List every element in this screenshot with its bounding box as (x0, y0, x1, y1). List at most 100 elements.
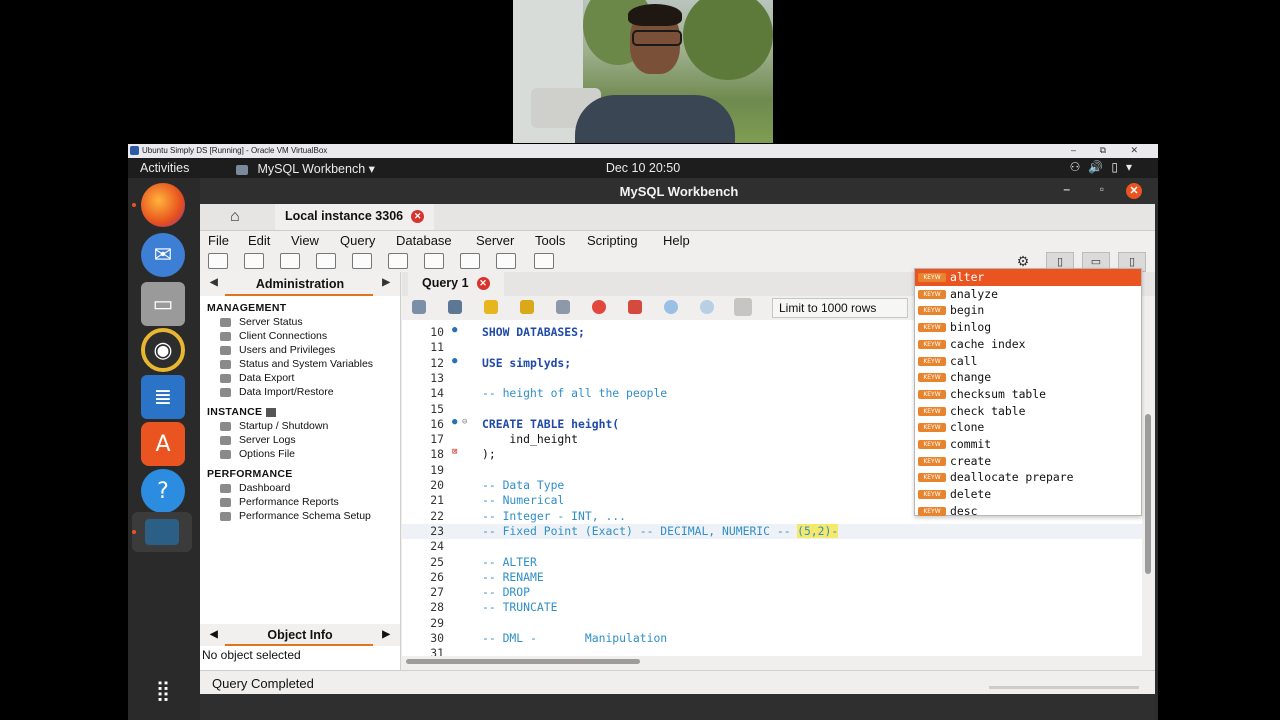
rhythmbox-icon[interactable]: ◉ (141, 328, 185, 372)
autocomplete-item[interactable]: KEYW alter (915, 269, 1141, 286)
chevron-right-icon[interactable]: ▶ (382, 629, 390, 640)
sidebar-item-options-file[interactable]: Options File (220, 448, 295, 460)
menu-help[interactable]: Help (663, 233, 690, 248)
home-icon[interactable]: ⌂ (230, 208, 240, 226)
autocomplete-item[interactable]: KEYW check table (915, 403, 1141, 420)
autocomplete-item[interactable]: KEYW commit (915, 436, 1141, 453)
software-center-icon[interactable]: A (141, 422, 185, 466)
editor-line[interactable]: 26 -- RENAME (402, 570, 1142, 585)
menu-scripting[interactable]: Scripting (587, 233, 638, 248)
mysql-workbench-icon[interactable] (132, 512, 192, 552)
tab-local-instance[interactable]: Local instance 3306 ✕ (275, 204, 435, 230)
scrollbar-thumb[interactable] (1145, 414, 1151, 574)
sidebar-item-client-connections[interactable]: Client Connections (220, 330, 327, 342)
close-tab-icon[interactable]: ✕ (476, 277, 490, 291)
editor-line[interactable]: 29 (402, 616, 1142, 631)
sidebar-item-status-variables[interactable]: Status and System Variables (220, 358, 373, 370)
sidebar-item-data-export[interactable]: Data Export (220, 372, 294, 384)
menu-database[interactable]: Database (396, 233, 452, 248)
editor-vertical-scrollbar[interactable] (1142, 320, 1154, 656)
sidebar-item-data-import[interactable]: Data Import/Restore (220, 386, 334, 398)
menu-server[interactable]: Server (476, 233, 514, 248)
autocomplete-item[interactable]: KEYW checksum table (915, 386, 1141, 403)
files-icon[interactable]: ▭ (141, 282, 185, 326)
maximize-icon[interactable]: ▫ (1100, 182, 1104, 196)
clock[interactable]: Dec 10 20:50 (128, 161, 1158, 175)
sidebar-item-performance-schema[interactable]: Performance Schema Setup (220, 510, 371, 522)
sidebar-item-performance-reports[interactable]: Performance Reports (220, 496, 339, 508)
autocomplete-item[interactable]: KEYW cache index (915, 336, 1141, 353)
menu-tools[interactable]: Tools (535, 233, 565, 248)
firefox-icon[interactable] (141, 183, 185, 227)
minimize-icon[interactable]: – (1063, 182, 1070, 196)
libreoffice-writer-icon[interactable]: ≣ (141, 375, 185, 419)
sidebar-item-label: Server Status (239, 316, 303, 328)
editor-horizontal-scrollbar[interactable] (402, 656, 1142, 666)
chevron-right-icon[interactable]: ▶ (382, 277, 390, 288)
error-marker-icon[interactable]: ⊠ (452, 447, 457, 457)
explain-icon[interactable] (556, 300, 570, 314)
autocomplete-item[interactable]: KEYW desc (915, 503, 1141, 520)
close-icon[interactable]: ✕ (1130, 145, 1138, 156)
autocomplete-item[interactable]: KEYW delete (915, 486, 1141, 503)
fold-icon[interactable]: ⊖ (462, 417, 467, 427)
open-sql-script-icon[interactable] (244, 253, 264, 269)
create-function-icon[interactable] (460, 253, 480, 269)
autocommit-icon[interactable] (734, 298, 752, 316)
autocomplete-item[interactable]: KEYW begin (915, 302, 1141, 319)
editor-line[interactable]: 23 -- Fixed Point (Exact) -- DECIMAL, NUM… (402, 523, 1142, 539)
sidebar-item-label: Startup / Shutdown (239, 420, 329, 432)
create-view-icon[interactable] (388, 253, 408, 269)
open-file-icon[interactable] (412, 300, 426, 314)
menu-query[interactable]: Query (340, 233, 375, 248)
limit-rows-select[interactable]: Limit to 1000 rows (772, 298, 908, 318)
thunderbird-icon[interactable]: ✉ (141, 233, 185, 277)
rollback-icon[interactable] (700, 300, 714, 314)
editor-line[interactable]: 27 -- DROP (402, 585, 1142, 600)
editor-line[interactable]: 24 (402, 539, 1142, 554)
menu-view[interactable]: View (291, 233, 319, 248)
editor-line[interactable]: 25 -- ALTER (402, 555, 1142, 570)
close-tab-icon[interactable]: ✕ (411, 210, 425, 224)
sidebar-title[interactable]: Administration (200, 277, 400, 291)
sidebar-item-dashboard[interactable]: Dashboard (220, 482, 290, 494)
search-table-data-icon[interactable] (496, 253, 516, 269)
sidebar-item-server-logs[interactable]: Server Logs (220, 434, 296, 446)
menu-edit[interactable]: Edit (248, 233, 270, 248)
system-tray[interactable]: ⚇🔊▯▾ (1070, 160, 1140, 174)
save-icon[interactable] (448, 300, 462, 314)
data-import-icon (220, 387, 231, 397)
autocomplete-item[interactable]: KEYW call (915, 353, 1141, 370)
autocomplete-item[interactable]: KEYW binlog (915, 319, 1141, 336)
maximize-icon[interactable]: ⧉ (1100, 145, 1106, 156)
object-info-title[interactable]: Object Info (200, 628, 400, 642)
commit-icon[interactable] (664, 300, 678, 314)
autocomplete-item[interactable]: KEYW create (915, 453, 1141, 470)
minimize-icon[interactable]: – (1071, 145, 1076, 155)
create-procedure-icon[interactable] (424, 253, 444, 269)
sidebar-item-users[interactable]: Users and Privileges (220, 344, 335, 356)
create-schema-icon[interactable] (316, 253, 336, 269)
inspector-icon[interactable] (280, 253, 300, 269)
autocomplete-item[interactable]: KEYW analyze (915, 286, 1141, 303)
autocomplete-item[interactable]: KEYW clone (915, 419, 1141, 436)
autocomplete-item[interactable]: KEYW deallocate prepare (915, 469, 1141, 486)
help-icon[interactable]: ? (141, 469, 185, 513)
editor-line[interactable]: 30 -- DML - Manipulation (402, 631, 1142, 646)
reconnect-icon[interactable] (534, 253, 554, 269)
stop-icon[interactable] (592, 300, 606, 314)
scrollbar-thumb[interactable] (406, 659, 640, 664)
toggle-error-icon[interactable] (628, 300, 642, 314)
autocomplete-item[interactable]: KEYW change (915, 369, 1141, 386)
create-table-icon[interactable] (352, 253, 372, 269)
editor-line[interactable]: 28 -- TRUNCATE (402, 600, 1142, 615)
tab-query-1[interactable]: Query 1 ✕ (408, 272, 504, 298)
show-applications-icon[interactable]: ⣿ (141, 668, 185, 712)
sidebar-item-startup-shutdown[interactable]: Startup / Shutdown (220, 420, 328, 432)
execute-icon[interactable] (484, 300, 498, 314)
close-icon[interactable]: ✕ (1126, 183, 1142, 199)
execute-current-icon[interactable] (520, 300, 534, 314)
menu-file[interactable]: File (208, 233, 229, 248)
sidebar-item-server-status[interactable]: Server Status (220, 316, 303, 328)
new-sql-tab-icon[interactable] (208, 253, 228, 269)
